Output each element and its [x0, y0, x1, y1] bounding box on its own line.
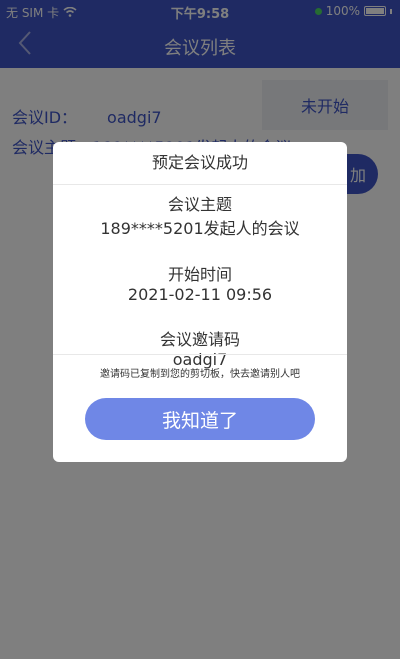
start-time-value: 2021-02-11 09:56: [127, 285, 273, 304]
topic-label: 会议主题: [167, 195, 232, 214]
invite-code-label: 会议邀请码: [159, 330, 240, 349]
dialog-title: 预定会议成功: [53, 142, 347, 185]
copied-note: 邀请码已复制到您的剪切板，快去邀请别人吧: [53, 354, 347, 380]
topic-value: 189****5201发起人的会议: [100, 219, 300, 238]
start-time-block: 开始时间 2021-02-11 09:56: [53, 261, 347, 304]
start-time-label: 开始时间: [167, 265, 232, 284]
booking-success-dialog: 预定会议成功 会议主题 189****5201发起人的会议 开始时间 2021-…: [53, 142, 347, 462]
acknowledge-button[interactable]: 我知道了: [85, 398, 315, 440]
topic-block: 会议主题 189****5201发起人的会议: [53, 191, 347, 239]
